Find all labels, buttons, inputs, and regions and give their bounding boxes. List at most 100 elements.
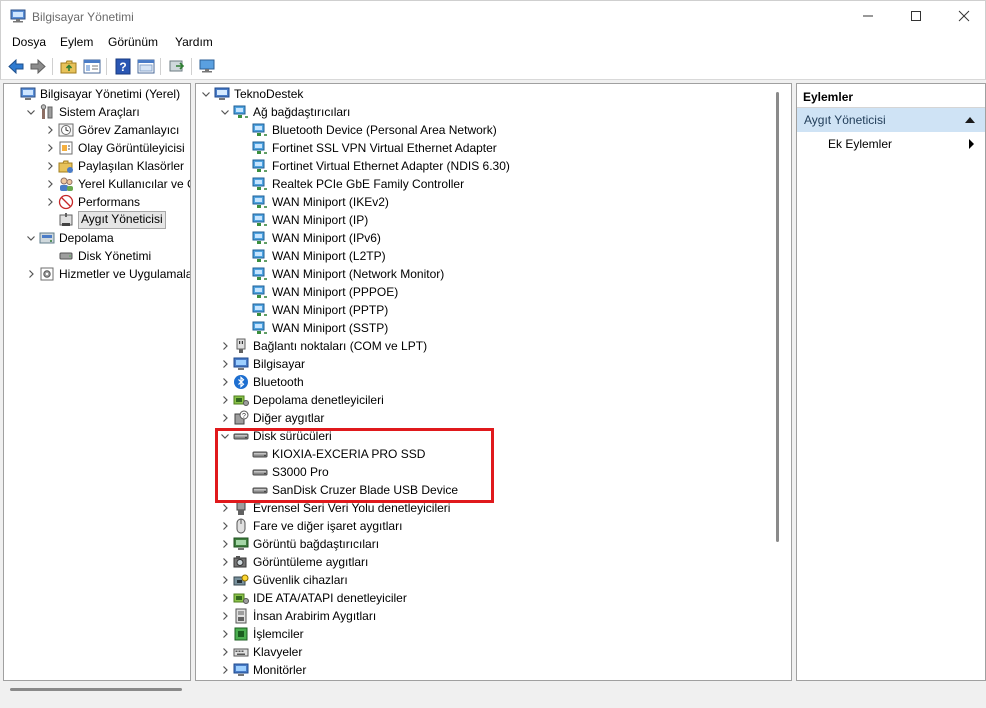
device-tree-item-wan-miniport-ip[interactable]: WAN Miniport (IP) [196, 211, 791, 229]
device-tree-item-diger-aygitlar[interactable]: ? Diğer aygıtlar [196, 409, 791, 427]
menu-action[interactable]: Eylem [60, 35, 93, 49]
close-button[interactable] [941, 1, 986, 31]
more-actions-item[interactable]: Ek Eylemler [828, 137, 892, 151]
maximize-button[interactable] [893, 1, 939, 31]
console-tree-item-sistem-araclari[interactable]: Sistem Araçları [4, 103, 190, 121]
chevron-right-icon[interactable] [219, 571, 231, 589]
console-tree-item-disk-yonetimi[interactable]: Disk Yönetimi [4, 247, 190, 265]
device-tree-item-wan-miniport-sstp[interactable]: WAN Miniport (SSTP) [196, 319, 791, 337]
tree-item-label: Hizmetler ve Uygulamalar [59, 267, 191, 281]
menu-help[interactable]: Yardım [175, 35, 213, 49]
chevron-right-icon[interactable] [219, 391, 231, 409]
network-adapter-icon [252, 284, 268, 300]
chevron-right-icon[interactable] [44, 157, 56, 175]
chevron-right-icon[interactable] [219, 409, 231, 427]
device-tree-item-realtek-pcie-gbe-family-controller[interactable]: Realtek PCIe GbE Family Controller [196, 175, 791, 193]
console-tree-item-performans[interactable]: Performans [4, 193, 190, 211]
chevron-right-icon[interactable] [44, 139, 56, 157]
console-tree-item-aygit-yoneticisi[interactable]: Aygıt Yöneticisi [4, 211, 190, 229]
chevron-down-icon[interactable] [200, 85, 212, 103]
properties-icon[interactable] [136, 57, 156, 76]
horizontal-scrollbar[interactable] [10, 688, 182, 691]
back-arrow-icon[interactable] [6, 57, 26, 76]
tree-item-label: Depolama [59, 231, 114, 245]
device-tree-item-guvenlik-cihazlari[interactable]: Güvenlik cihazları [196, 571, 791, 589]
device-tree-item-wan-miniport-ikev2[interactable]: WAN Miniport (IKEv2) [196, 193, 791, 211]
console-tree-item-gorev-zamanlayici[interactable]: Görev Zamanlayıcı [4, 121, 190, 139]
maximize-icon [911, 11, 921, 21]
device-tree-item-goruntu-bagdastiricilari[interactable]: Görüntü bağdaştırıcıları [196, 535, 791, 553]
network-adapter-icon [252, 158, 268, 174]
device-tree-item-wan-miniport-network-monitor[interactable]: WAN Miniport (Network Monitor) [196, 265, 791, 283]
console-tree-item-bilgisayar-yonetimi-yerel[interactable]: Bilgisayar Yönetimi (Yerel) [4, 85, 190, 103]
console-tree-item-hizmetler-ve-uygulamalar[interactable]: Hizmetler ve Uygulamalar [4, 265, 190, 283]
actions-section-device-manager[interactable]: Aygıt Yöneticisi [797, 108, 985, 132]
device-tree-item-insan-arabirim-aygitlari[interactable]: İnsan Arabirim Aygıtları [196, 607, 791, 625]
device-tree-item-depolama-denetleyicileri[interactable]: Depolama denetleyicileri [196, 391, 791, 409]
chevron-right-icon[interactable] [219, 535, 231, 553]
device-tree-item-wan-miniport-pptp[interactable]: WAN Miniport (PPTP) [196, 301, 791, 319]
tree-item-label: WAN Miniport (IPv6) [272, 231, 381, 245]
chevron-right-icon[interactable] [44, 193, 56, 211]
device-tree-item-bluetooth[interactable]: Bluetooth [196, 373, 791, 391]
minimize-icon [863, 15, 873, 17]
device-tree-item-goruntuleme-aygitlari[interactable]: Görüntüleme aygıtları [196, 553, 791, 571]
device-tree-item-fortinet-ssl-vpn-virtual-ethernet-adapter[interactable]: Fortinet SSL VPN Virtual Ethernet Adapte… [196, 139, 791, 157]
chevron-right-icon[interactable] [219, 625, 231, 643]
console-tree-item-paylasilan-klasorler[interactable]: Paylaşılan Klasörler [4, 157, 190, 175]
console-tree-item-yerel-kullanicilar-ve-gru[interactable]: Yerel Kullanıcılar ve Gru [4, 175, 190, 193]
processor-icon [233, 626, 249, 642]
console-tree-item-depolama[interactable]: Depolama [4, 229, 190, 247]
show-hide-tree-icon[interactable] [82, 57, 102, 76]
chevron-right-icon[interactable] [25, 265, 37, 283]
chevron-right-icon[interactable] [219, 517, 231, 535]
chevron-right-icon[interactable] [219, 589, 231, 607]
chevron-down-icon[interactable] [25, 103, 37, 121]
console-tree-item-olay-goruntuleyicisi[interactable]: Olay Görüntüleyicisi [4, 139, 190, 157]
svg-text:?: ? [242, 413, 246, 420]
device-tree-item-bluetooth-device-personal-area-network[interactable]: Bluetooth Device (Personal Area Network) [196, 121, 791, 139]
device-tree-item-wan-miniport-ipv6[interactable]: WAN Miniport (IPv6) [196, 229, 791, 247]
chevron-right-icon[interactable] [219, 607, 231, 625]
chevron-down-icon[interactable] [219, 103, 231, 121]
chevron-right-icon[interactable] [219, 355, 231, 373]
collapse-up-icon[interactable] [965, 117, 975, 123]
help-icon[interactable]: ? [113, 57, 133, 76]
update-driver-icon[interactable] [167, 57, 187, 76]
chevron-down-icon[interactable] [25, 229, 37, 247]
device-tree-item-islemciler[interactable]: İşlemciler [196, 625, 791, 643]
device-tree-item-fare-ve-diger-isaret-aygitlari[interactable]: Fare ve diğer işaret aygıtları [196, 517, 791, 535]
device-tree-item-ag-bagdastiricilari[interactable]: Ağ bağdaştırıcıları [196, 103, 791, 121]
tree-item-label: WAN Miniport (Network Monitor) [272, 267, 445, 281]
chevron-right-icon[interactable] [219, 643, 231, 661]
device-tree-item-ide-ata-atapi-denetleyiciler[interactable]: IDE ATA/ATAPI denetleyiciler [196, 589, 791, 607]
chevron-right-icon[interactable] [219, 373, 231, 391]
status-area [0, 681, 986, 708]
monitor-icon [233, 662, 249, 678]
device-tree-item-baglanti-noktalari-com-ve-lpt[interactable]: Bağlantı noktaları (COM ve LPT) [196, 337, 791, 355]
device-tree-item-bilgisayar[interactable]: Bilgisayar [196, 355, 791, 373]
device-tree-item-fortinet-virtual-ethernet-adapter-ndis-6-30[interactable]: Fortinet Virtual Ethernet Adapter (NDIS … [196, 157, 791, 175]
device-tree-item-monitorler[interactable]: Monitörler [196, 661, 791, 679]
chevron-right-icon[interactable] [219, 553, 231, 571]
chevron-right-icon[interactable] [44, 175, 56, 193]
up-folder-icon[interactable] [59, 57, 79, 76]
chevron-right-icon[interactable] [219, 337, 231, 355]
network-adapter-icon [252, 248, 268, 264]
submenu-arrow-icon[interactable] [969, 139, 974, 149]
menu-view[interactable]: Görünüm [108, 35, 158, 49]
tree-item-label: Diğer aygıtlar [253, 411, 325, 425]
scan-hardware-icon[interactable] [198, 57, 218, 76]
unknown-device-icon: ? [233, 410, 249, 426]
menu-file[interactable]: Dosya [12, 35, 46, 49]
chevron-right-icon[interactable] [219, 661, 231, 679]
forward-arrow-icon[interactable] [28, 57, 48, 76]
device-tree-item-teknodestek[interactable]: TeknoDestek [196, 85, 791, 103]
device-tree-item-klavyeler[interactable]: Klavyeler [196, 643, 791, 661]
device-tree-item-wan-miniport-pppoe[interactable]: WAN Miniport (PPPOE) [196, 283, 791, 301]
hid-icon [233, 608, 249, 624]
tree-item-label: Monitörler [253, 663, 307, 677]
device-tree-item-wan-miniport-l2tp[interactable]: WAN Miniport (L2TP) [196, 247, 791, 265]
chevron-right-icon[interactable] [44, 121, 56, 139]
minimize-button[interactable] [845, 1, 891, 31]
